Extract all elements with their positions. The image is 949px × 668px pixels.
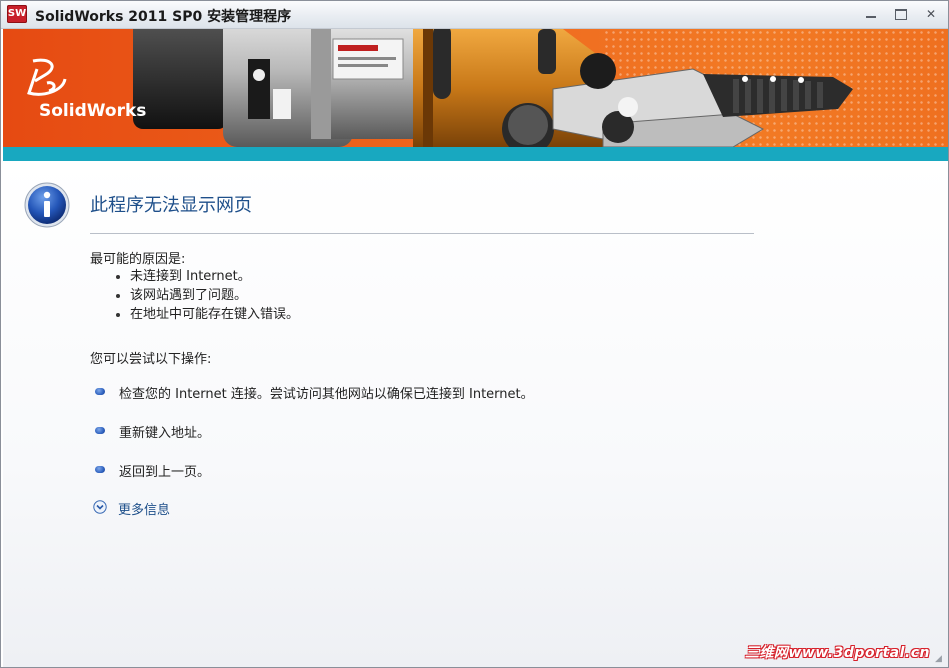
installer-window: SW SolidWorks 2011 SP0 安装管理程序 ✕ SolidWor… <box>0 0 949 668</box>
maximize-button[interactable] <box>890 5 912 23</box>
bullet-icon <box>116 313 120 317</box>
action-text: 检查您的 Internet 连接。尝试访问其他网站以确保已连接到 Interne… <box>119 387 534 402</box>
close-button[interactable]: ✕ <box>920 5 942 23</box>
title-divider <box>90 233 754 234</box>
minimize-icon <box>866 16 876 18</box>
more-info-link[interactable]: 更多信息 <box>118 499 170 518</box>
blue-bullet-icon <box>95 427 105 434</box>
banner-accent-stripe <box>3 147 948 161</box>
maximize-icon <box>895 9 907 20</box>
reason-item: 未连接到 Internet。 <box>113 267 299 286</box>
go-back-link[interactable]: 返回到上一页。 <box>119 461 210 480</box>
reason-text: 在地址中可能存在键入错误。 <box>130 307 300 322</box>
resize-grip-icon[interactable]: ◢ <box>935 654 945 664</box>
blue-bullet-icon <box>95 388 105 395</box>
reason-item: 在地址中可能存在键入错误。 <box>113 305 299 324</box>
hydraulic-tool-illustration <box>133 29 853 147</box>
error-page-content: 此程序无法显示网页 最可能的原因是: 未连接到 Internet。 该网站遇到了… <box>3 161 948 667</box>
reason-item: 该网站遇到了问题。 <box>113 286 299 305</box>
blue-bullet-icon <box>95 466 105 473</box>
reason-text: 该网站遇到了问题。 <box>130 288 248 303</box>
page-title: 此程序无法显示网页 <box>90 195 252 216</box>
bullet-icon <box>116 275 120 279</box>
ds-logo-icon <box>27 58 67 96</box>
solidworks-app-icon[interactable]: SW <box>7 5 27 23</box>
solidworks-banner: SolidWorks <box>3 29 948 161</box>
title-bar[interactable]: SW SolidWorks 2011 SP0 安装管理程序 ✕ <box>1 1 948 29</box>
reason-list: 未连接到 Internet。 该网站遇到了问题。 在地址中可能存在键入错误。 <box>113 267 299 324</box>
reason-text: 未连接到 Internet。 <box>130 269 251 284</box>
site-watermark: 三维网www.3dportal.cn <box>744 645 930 661</box>
chevron-down-circle-icon[interactable] <box>93 500 107 514</box>
close-icon: ✕ <box>925 7 937 21</box>
try-heading: 您可以尝试以下操作: <box>90 352 212 367</box>
action-text: 重新键入地址。 <box>119 426 211 441</box>
info-icon <box>24 182 70 228</box>
minimize-button[interactable] <box>860 5 882 23</box>
window-title: SolidWorks 2011 SP0 安装管理程序 <box>35 9 292 25</box>
bullet-icon <box>116 294 120 298</box>
reason-heading: 最可能的原因是: <box>90 252 186 267</box>
solidworks-logo-text: SolidWorks <box>39 101 147 121</box>
